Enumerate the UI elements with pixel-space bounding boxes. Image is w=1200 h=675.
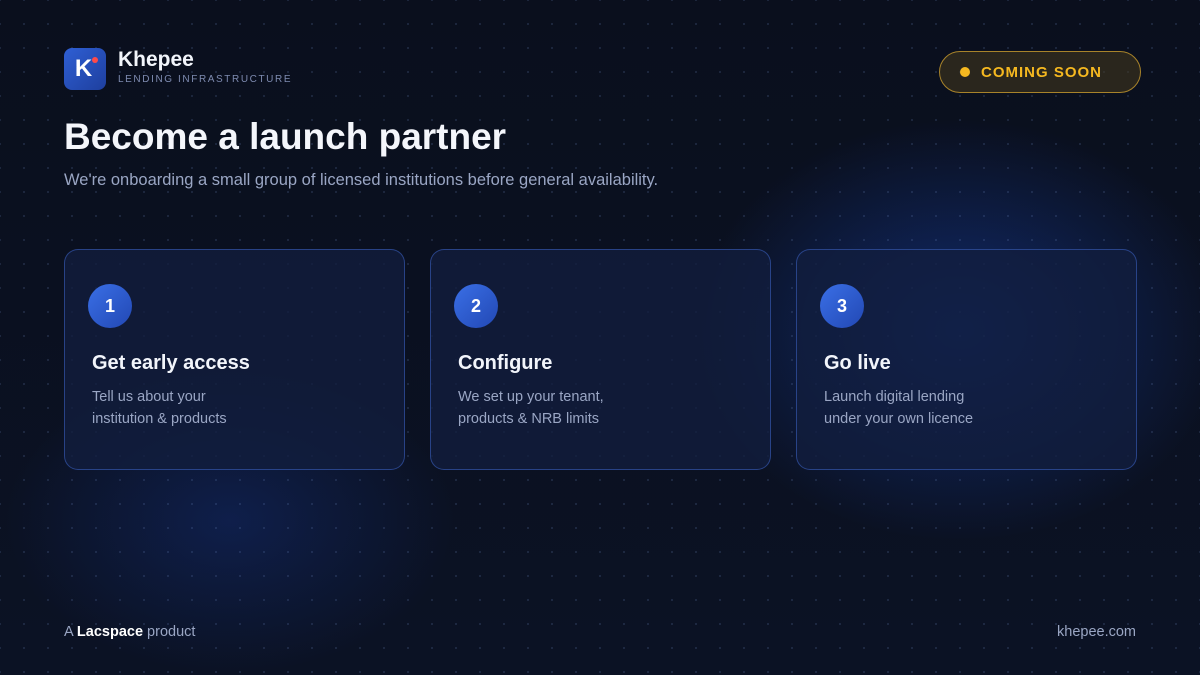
step-description-line-1: Launch digital lending <box>824 389 965 405</box>
footer-prefix: A <box>64 624 73 640</box>
step-title: Get early access <box>92 352 250 374</box>
footer-website-link[interactable]: khepee.com <box>1057 624 1136 640</box>
status-dot-icon <box>960 67 970 77</box>
badge-label: COMING SOON <box>981 63 1103 81</box>
step-card-2: 2 Configure We set up your tenant, produ… <box>430 249 771 470</box>
logo-letter: K <box>74 55 93 82</box>
coming-soon-badge: COMING SOON <box>939 51 1141 93</box>
footer-attribution: A Lacspace product <box>64 624 195 640</box>
step-number-badge: 1 <box>88 284 132 328</box>
page-title: Become a launch partner <box>64 116 507 157</box>
step-description-line-1: We set up your tenant, <box>458 389 604 405</box>
step-description-line-1: Tell us about your <box>92 389 206 405</box>
brand-tagline: LENDING INFRASTRUCTURE <box>118 74 293 85</box>
footer-company: Lacspace <box>76 624 144 640</box>
step-title: Go live <box>824 352 891 374</box>
step-number-badge: 3 <box>820 284 864 328</box>
step-description-line-2: products & NRB limits <box>458 411 600 427</box>
step-description-line-2: under your own licence <box>824 411 974 427</box>
step-number-badge: 2 <box>454 284 498 328</box>
footer-suffix: product <box>147 624 196 640</box>
logo-dot-icon <box>92 57 98 63</box>
brand-name: Khepee <box>118 48 194 71</box>
step-description-line-2: institution & products <box>92 411 227 427</box>
page-subtitle: We're onboarding a small group of licens… <box>64 171 659 189</box>
step-card-3: 3 Go live Launch digital lending under y… <box>796 249 1137 470</box>
step-card-1: 1 Get early access Tell us about your in… <box>64 249 405 470</box>
khepee-logo: K <box>64 48 106 90</box>
step-title: Configure <box>458 352 553 374</box>
